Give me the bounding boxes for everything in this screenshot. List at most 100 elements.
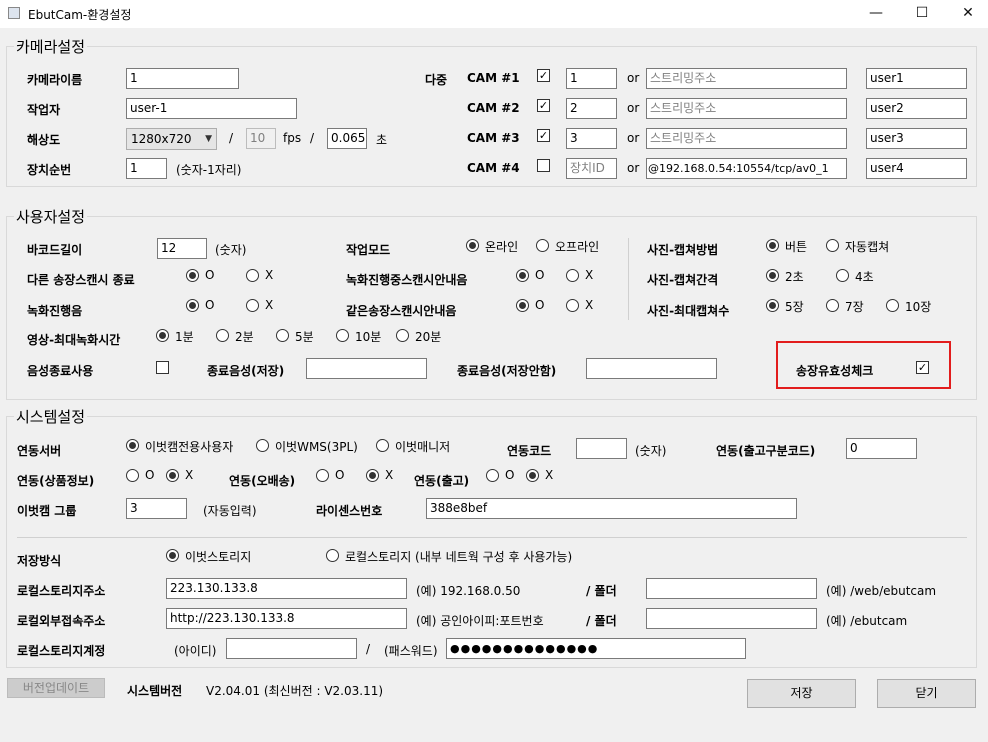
work-mode-label: 작업모드 <box>346 243 391 257</box>
cam1-checkbox[interactable]: ✓ <box>537 69 550 82</box>
same-scan-o-radio[interactable] <box>516 299 529 312</box>
recording-x-radio[interactable] <box>246 299 259 312</box>
recording-o-radio[interactable] <box>186 299 199 312</box>
device-order-input[interactable]: 1 <box>126 158 167 179</box>
cam4-number-input[interactable]: 장치ID <box>566 158 617 179</box>
cam1-stream-input[interactable]: 스트리밍주소 <box>646 68 847 89</box>
end-voice-save-input[interactable] <box>306 358 427 379</box>
cam2-checkbox[interactable]: ✓ <box>537 99 550 112</box>
diff-scan-o-label: O <box>205 268 215 282</box>
seconds-input[interactable]: 0.065 <box>327 128 367 149</box>
shipping-code-input[interactable]: 0 <box>846 438 917 459</box>
license-input[interactable]: 388e8bef <box>426 498 797 519</box>
link-misdelivery-label: 연동(오배송) <box>229 474 296 488</box>
max-7-radio[interactable] <box>826 299 839 312</box>
vertical-divider <box>628 238 629 320</box>
end-voice-nosave-input[interactable] <box>586 358 717 379</box>
cam1-user-input[interactable]: user1 <box>866 68 967 89</box>
cam3-stream-input[interactable]: 스트리밍주소 <box>646 128 847 149</box>
fps-label: fps <box>283 131 302 145</box>
slash-separator: / <box>229 131 234 145</box>
product-x-radio[interactable] <box>166 469 179 482</box>
diff-scan-o-radio[interactable] <box>186 269 199 282</box>
cam2-number-input[interactable]: 2 <box>566 98 617 119</box>
camera-name-input[interactable]: 1 <box>126 68 239 89</box>
local-storage-address-example: (예) 192.168.0.50 <box>416 584 521 598</box>
duration-1min-radio[interactable] <box>156 329 169 342</box>
outbound-x-radio[interactable] <box>526 469 539 482</box>
version-update-button[interactable]: 버전업데이트 <box>7 678 105 698</box>
folder-input-2[interactable] <box>646 608 817 629</box>
local-account-label: 로컬스토리지계정 <box>17 644 106 658</box>
server-manager-radio[interactable] <box>376 439 389 452</box>
cam4-checkbox[interactable] <box>537 159 550 172</box>
rec-scan-o-radio[interactable] <box>516 269 529 282</box>
online-radio[interactable] <box>466 239 479 252</box>
same-scan-x-radio[interactable] <box>566 299 579 312</box>
max-10-radio[interactable] <box>886 299 899 312</box>
voice-end-label: 음성종료사용 <box>27 364 94 378</box>
interval-2s-radio[interactable] <box>766 269 779 282</box>
server-wms-radio[interactable] <box>256 439 269 452</box>
diff-scan-label: 다른 송장스캔시 종료 <box>27 273 135 287</box>
minimize-button[interactable]: — <box>853 0 899 28</box>
barcode-length-input[interactable]: 12 <box>157 238 207 259</box>
close-window-button[interactable]: ✕ <box>945 0 988 28</box>
duration-2min-radio[interactable] <box>216 329 229 342</box>
same-scan-sound-label: 같은송장스캔시안내음 <box>346 304 457 318</box>
diff-scan-x-radio[interactable] <box>246 269 259 282</box>
local-storage-address-input[interactable]: 223.130.133.8 <box>166 578 407 599</box>
duration-10min-radio[interactable] <box>336 329 349 342</box>
duration-5min-radio[interactable] <box>276 329 289 342</box>
license-label: 라이센스번호 <box>316 504 383 518</box>
cam4-user-input[interactable]: user4 <box>866 158 967 179</box>
worker-input[interactable]: user-1 <box>126 98 297 119</box>
duration-20min-radio[interactable] <box>396 329 409 342</box>
misdelivery-x-radio[interactable] <box>366 469 379 482</box>
external-address-label: 로컬외부접속주소 <box>17 614 106 628</box>
storage-local-radio[interactable] <box>326 549 339 562</box>
invoice-validity-checkbox[interactable]: ✓ <box>916 361 929 374</box>
folder-example-2: (예) /ebutcam <box>826 614 908 628</box>
resolution-label: 해상도 <box>27 133 61 147</box>
ebutcam-group-input[interactable]: 3 <box>126 498 187 519</box>
interval-4s-radio[interactable] <box>836 269 849 282</box>
cam3-user-input[interactable]: user3 <box>866 128 967 149</box>
account-id-input[interactable] <box>226 638 357 659</box>
cam2-user-input[interactable]: user2 <box>866 98 967 119</box>
cam3-checkbox[interactable]: ✓ <box>537 129 550 142</box>
end-voice-save-label: 종료음성(저장) <box>207 364 285 378</box>
account-password-input[interactable]: ●●●●●●●●●●●●●● <box>446 638 746 659</box>
cam1-number-input[interactable]: 1 <box>566 68 617 89</box>
outbound-o-radio[interactable] <box>486 469 499 482</box>
diff-scan-x-label: X <box>265 268 274 282</box>
cam2-stream-input[interactable]: 스트리밍주소 <box>646 98 847 119</box>
cam3-number-input[interactable]: 3 <box>566 128 617 149</box>
folder-label-1: / 폴더 <box>586 584 617 598</box>
fps-input[interactable]: 10 <box>246 128 276 149</box>
online-label: 온라인 <box>485 240 519 254</box>
duration-1min-label: 1분 <box>175 330 194 344</box>
server-ebutcam-radio[interactable] <box>126 439 139 452</box>
external-address-input[interactable]: http://223.130.133.8 <box>166 608 407 629</box>
product-o-radio[interactable] <box>126 469 139 482</box>
capture-auto-radio[interactable] <box>826 239 839 252</box>
system-settings-legend: 시스템설정 <box>14 406 88 427</box>
resolution-select[interactable]: 1280x720 ▼ <box>126 128 217 150</box>
resolution-value: 1280x720 <box>131 132 192 146</box>
rec-scan-x-label: X <box>585 268 594 282</box>
folder-input-1[interactable] <box>646 578 817 599</box>
save-button[interactable]: 저장 <box>747 679 856 708</box>
close-button[interactable]: 닫기 <box>877 679 976 708</box>
offline-radio[interactable] <box>536 239 549 252</box>
link-code-input[interactable] <box>576 438 627 459</box>
storage-ebut-radio[interactable] <box>166 549 179 562</box>
max-5-radio[interactable] <box>766 299 779 312</box>
cam4-stream-input[interactable]: @192.168.0.54:10554/tcp/av0_1 <box>646 158 847 179</box>
voice-end-checkbox[interactable] <box>156 361 169 374</box>
shipping-code-label: 연동(출고구분코드) <box>716 444 816 458</box>
rec-scan-x-radio[interactable] <box>566 269 579 282</box>
capture-button-radio[interactable] <box>766 239 779 252</box>
misdelivery-o-radio[interactable] <box>316 469 329 482</box>
maximize-button[interactable]: ☐ <box>899 0 945 28</box>
